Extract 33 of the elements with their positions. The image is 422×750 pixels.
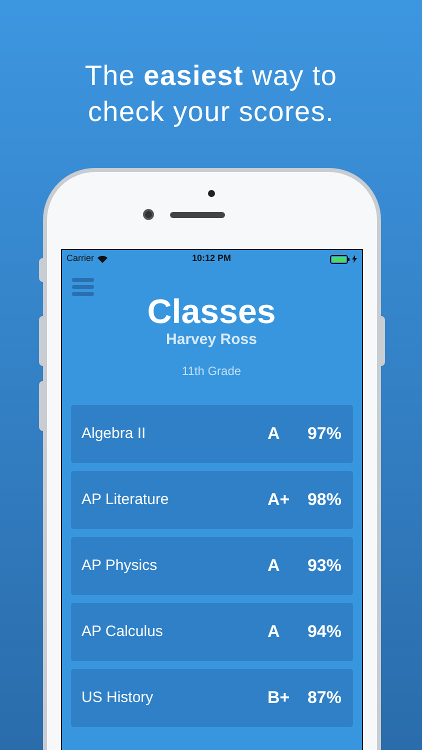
grade-percent: 94% (306, 621, 342, 644)
class-card[interactable]: Algebra II A 97% (70, 405, 352, 463)
grade-percent: 98% (306, 489, 342, 512)
student-name: Harvey Ross (165, 331, 258, 349)
speaker-icon (170, 212, 224, 218)
letter-grade: A (268, 621, 281, 644)
carrier-label: Carrier (66, 252, 94, 266)
menu-button[interactable] (72, 277, 96, 297)
class-name: US History (82, 688, 154, 708)
camera-icon (208, 190, 215, 197)
status-time: 10:12 PM (192, 252, 232, 266)
wifi-icon (97, 255, 108, 263)
grade-percent: 87% (306, 687, 342, 710)
letter-grade: B+ (268, 687, 291, 710)
grade-level: 11th Grade (180, 363, 242, 380)
class-name: AP Literature (82, 490, 170, 510)
letter-grade: A (268, 423, 281, 446)
grade-percent: 93% (306, 555, 342, 578)
class-name: AP Physics (82, 556, 158, 576)
grade-percent: 97% (306, 423, 342, 446)
class-card[interactable]: US History B+ 87% (70, 669, 352, 727)
charging-icon (352, 255, 356, 263)
class-card[interactable]: AP Literature A+ 98% (70, 471, 352, 529)
letter-grade: A+ (268, 489, 291, 512)
class-name: Algebra II (82, 424, 147, 444)
class-card[interactable]: AP Calculus A 94% (70, 603, 352, 661)
page-title: Classes (146, 293, 277, 331)
letter-grade: A (268, 555, 281, 578)
headline: The easiest way to check your scores. (84, 59, 338, 129)
camera-icon (142, 209, 154, 220)
class-card[interactable]: AP Physics A 93% (70, 537, 352, 595)
battery-icon (330, 254, 350, 264)
class-name: AP Calculus (82, 622, 164, 642)
